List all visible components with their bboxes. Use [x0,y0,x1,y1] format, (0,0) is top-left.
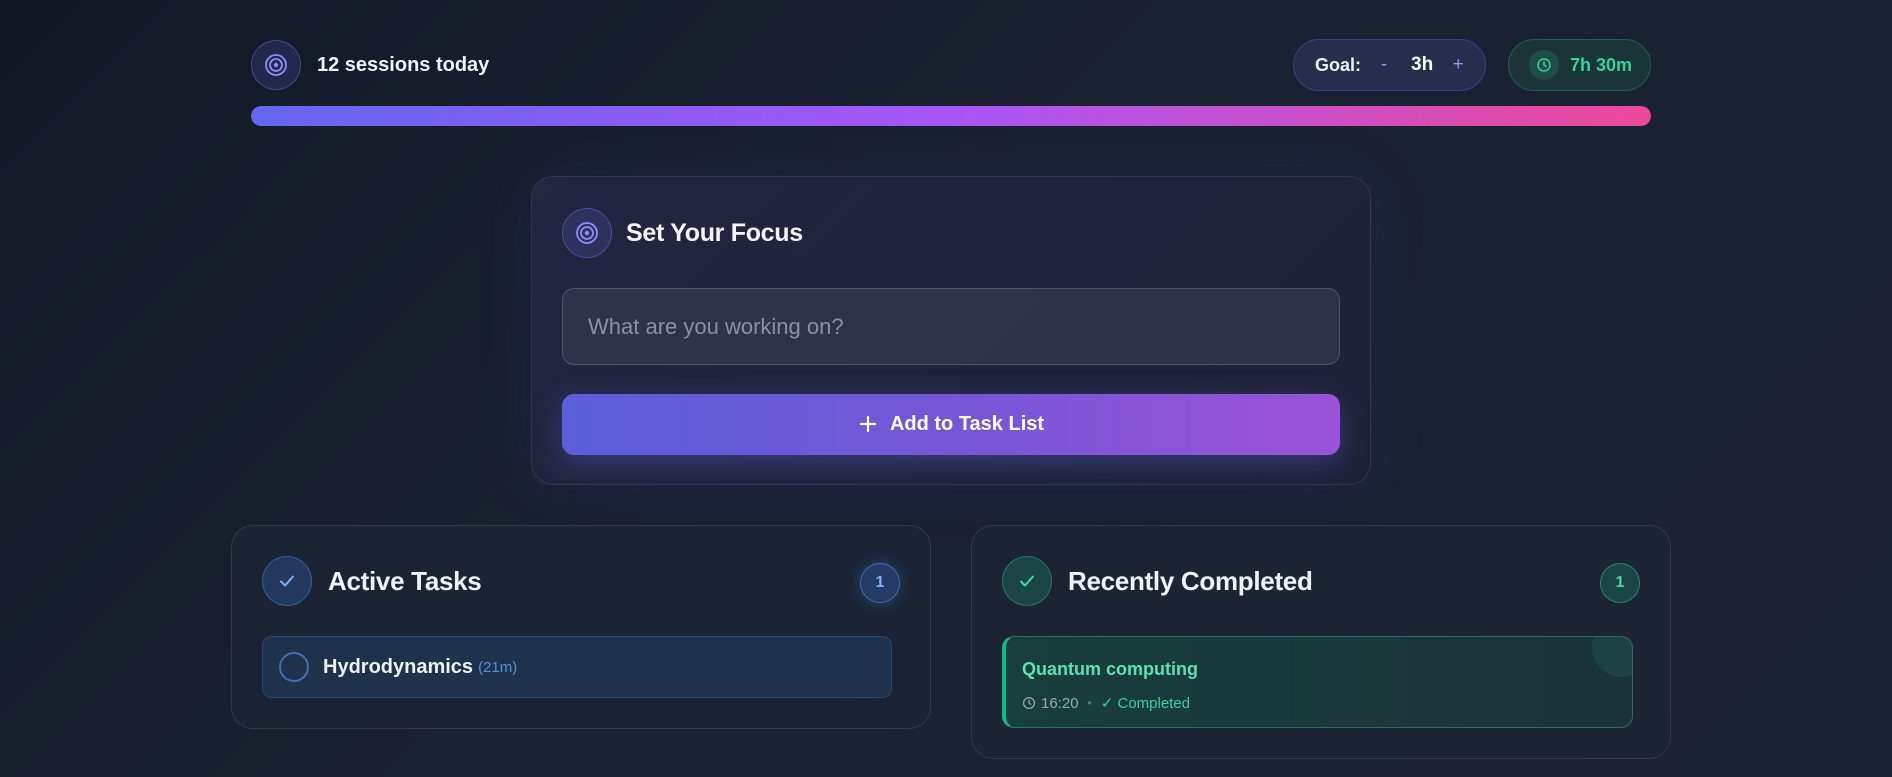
completed-task-name: Quantum computing [1022,659,1198,679]
focus-header: Set Your Focus [562,208,803,258]
sessions-summary: 12 sessions today [251,39,489,91]
daily-progress-bar [251,106,1651,126]
focus-title: Set Your Focus [626,218,803,247]
complete-task-checkbox[interactable] [279,652,309,682]
task-duration: (21m) [478,658,518,676]
add-to-task-list-button[interactable]: Add to Task List [562,394,1340,455]
completed-task-meta: 16:20 • ✓ Completed [1022,694,1190,712]
active-count-badge: 1 [860,563,900,603]
goal-value: 3h [1411,54,1434,75]
clock-icon [1529,50,1559,80]
active-tasks-header: Active Tasks [262,556,482,606]
goal-increment-button[interactable]: + [1445,52,1471,78]
task-name: Hydrodynamics [323,655,474,678]
check-icon [262,556,312,606]
check-icon [1002,556,1052,606]
corner-decoration [1592,637,1632,677]
daily-progress-fill [251,106,1651,126]
goal-label: Goal: [1315,54,1362,75]
focus-app: 12 sessions today Goal: - 3h + 7h 30m Se… [0,0,1892,777]
completed-header: Recently Completed [1002,556,1313,606]
completed-time: 16:20 [1041,694,1079,712]
total-time-badge: 7h 30m [1508,39,1651,91]
total-time-value: 7h 30m [1570,54,1633,75]
goal-decrement-button[interactable]: - [1371,52,1397,78]
plus-icon [858,412,878,438]
sessions-count-text: 12 sessions today [317,53,490,76]
recently-completed-card: Recently Completed 1 Quantum computing 1… [971,525,1671,759]
target-icon [562,208,612,258]
meta-separator: • [1087,696,1092,710]
completed-task-item[interactable]: Quantum computing 16:20 • ✓ Completed [1002,636,1633,728]
task-input[interactable] [562,288,1340,365]
focus-card: Set Your Focus Add to Task List [531,176,1371,485]
completed-status: ✓ Completed [1100,695,1191,712]
active-tasks-title: Active Tasks [328,565,482,596]
add-button-label: Add to Task List [889,413,1045,435]
goal-control: Goal: - 3h + [1293,39,1486,91]
active-tasks-card: Active Tasks 1 Hydrodynamics (21m) [231,525,931,729]
clock-icon [1022,696,1036,710]
top-bar: 12 sessions today Goal: - 3h + 7h 30m [251,39,1651,91]
completed-title: Recently Completed [1068,565,1313,596]
target-icon [251,40,301,90]
active-task-item[interactable]: Hydrodynamics (21m) [262,636,892,698]
completed-count-badge: 1 [1600,563,1640,603]
